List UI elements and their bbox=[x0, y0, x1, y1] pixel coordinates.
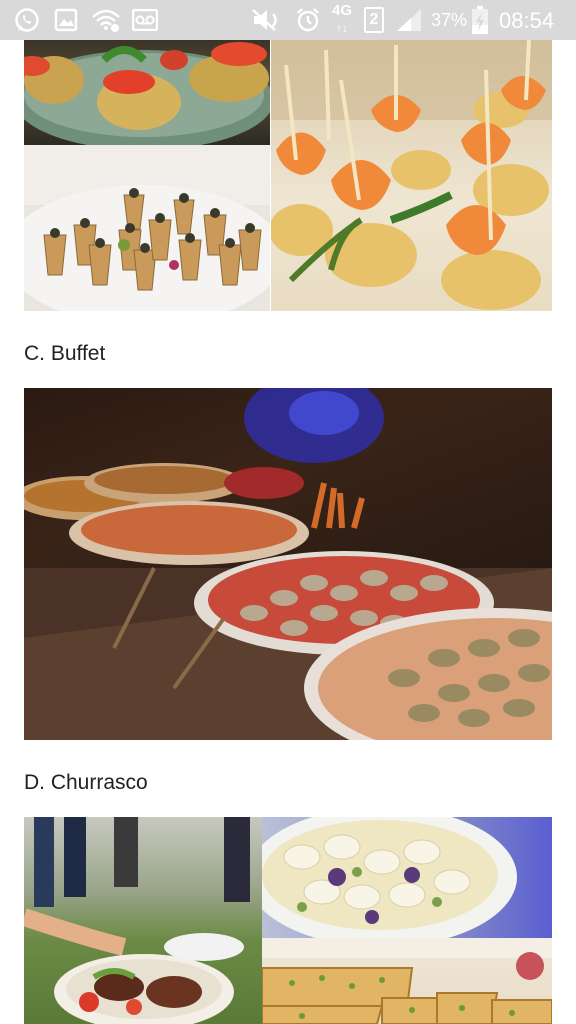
mute-icon bbox=[250, 6, 288, 34]
data-arrows: ↑↓ bbox=[336, 21, 348, 35]
mini-cups-photo bbox=[24, 145, 270, 311]
alarm-icon bbox=[294, 6, 322, 34]
bbq-plate-photo bbox=[24, 817, 262, 1024]
buffet-photo bbox=[24, 388, 552, 740]
signal-icon bbox=[394, 6, 424, 34]
whatsapp-icon bbox=[12, 6, 42, 34]
potato-salad-photo bbox=[262, 817, 552, 938]
battery-percent: 37% bbox=[431, 10, 468, 30]
section-title-churrasco: D. Churrasco bbox=[24, 771, 148, 794]
article-content[interactable]: C. Buffet D. Churrasco bbox=[0, 40, 576, 1024]
voicemail-icon bbox=[130, 6, 160, 34]
sim-icon: 2 bbox=[364, 7, 384, 33]
status-bar: 4G ↑↓ 2 37% 08:54 bbox=[0, 0, 576, 40]
section-title-buffet: C. Buffet bbox=[24, 342, 106, 365]
image-icon bbox=[52, 6, 80, 34]
clock: 08:54 bbox=[499, 8, 555, 33]
shrimp-skewers-photo bbox=[271, 40, 552, 311]
garlic-bread-photo bbox=[262, 938, 552, 1024]
wifi-icon bbox=[90, 6, 122, 34]
4g-icon: 4G ↑↓ bbox=[332, 2, 353, 35]
battery-charging-icon bbox=[470, 6, 490, 34]
canape-plate-photo bbox=[24, 40, 270, 145]
